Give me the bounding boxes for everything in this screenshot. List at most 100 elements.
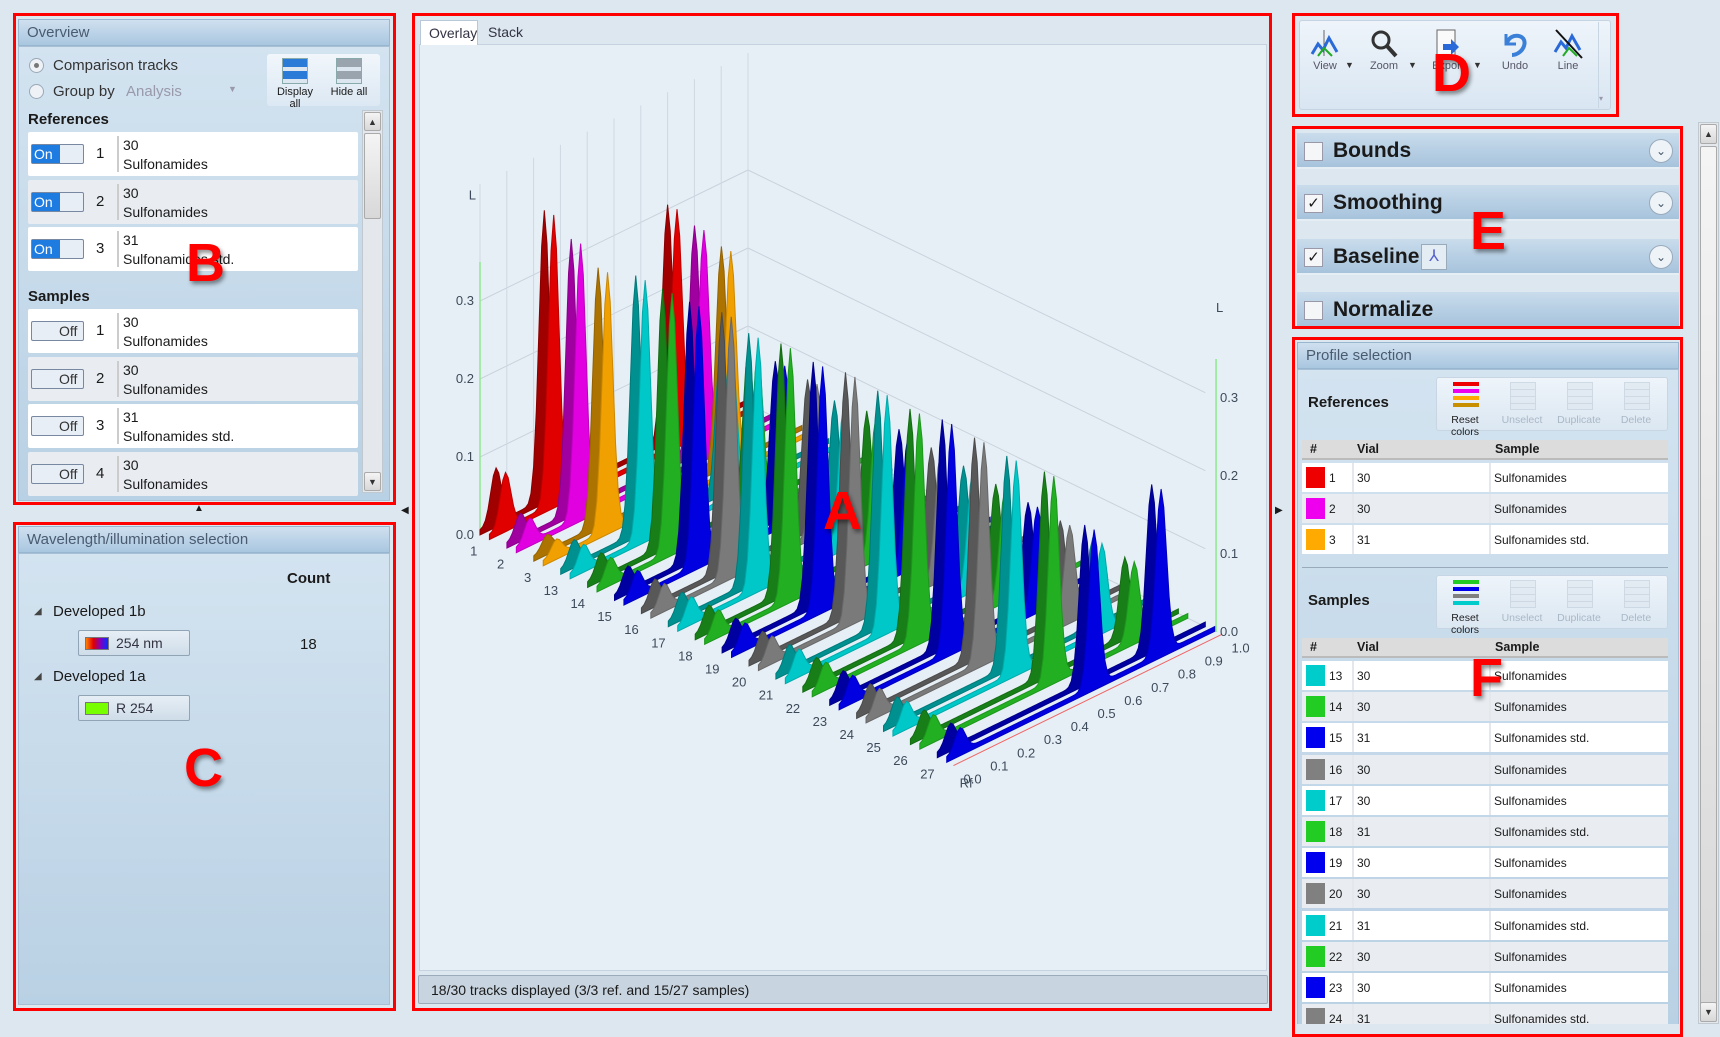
color-swatch[interactable] [1306, 498, 1325, 520]
column-header[interactable]: Vial [1357, 640, 1379, 654]
profile-row[interactable]: 1 30 Sulfonamides [1302, 463, 1668, 492]
track-toggle[interactable]: Off [31, 416, 84, 436]
unselect-button[interactable]: Unselect [1494, 378, 1551, 432]
track-number: 4 [96, 464, 105, 482]
profile-row[interactable]: 20 30 Sulfonamides [1302, 879, 1668, 909]
scroll-up-button[interactable]: ▲ [1700, 124, 1717, 144]
hide-all-button[interactable]: Hide all [327, 58, 371, 98]
scroll-thumb[interactable] [1700, 146, 1717, 1014]
track-row[interactable]: On 2 30 Sulfonamides [28, 179, 358, 224]
color-swatch[interactable] [1306, 758, 1325, 780]
tab-stack[interactable]: Stack [480, 20, 532, 45]
color-swatch[interactable] [1306, 945, 1325, 967]
view-button[interactable]: View [1305, 28, 1345, 72]
delete-button[interactable]: Delete [1608, 378, 1665, 432]
column-header[interactable]: Vial [1357, 442, 1379, 456]
reset-colors-button[interactable]: Reset colors [1437, 378, 1494, 438]
profile-row[interactable]: 17 30 Sulfonamides [1302, 785, 1668, 815]
expand-chevron-icon[interactable]: ⌄ [1649, 245, 1673, 269]
track-vial: 30 [123, 361, 139, 378]
color-swatch[interactable] [1306, 529, 1325, 551]
color-swatch[interactable] [1306, 914, 1325, 936]
column-header[interactable]: Sample [1495, 442, 1539, 456]
track-row[interactable]: On 1 30 Sulfonamides [28, 132, 358, 176]
toggle-state: On [32, 145, 60, 163]
expand-chevron-icon[interactable]: ⌄ [1649, 191, 1673, 215]
row-sample: Sulfonamides [1494, 762, 1567, 777]
view-dropdown-icon[interactable]: ▼ [1345, 60, 1354, 70]
toolbar-overflow-icon[interactable]: ▾ [1598, 22, 1608, 108]
profile-row[interactable]: 18 31 Sulfonamides std. [1302, 817, 1668, 846]
color-swatch[interactable] [1306, 665, 1325, 686]
processing-bounds[interactable]: Bounds ⌄ [1297, 133, 1679, 169]
line-button[interactable]: Line [1548, 28, 1588, 72]
track-toggle[interactable]: Off [31, 368, 84, 389]
profile-row[interactable]: 21 31 Sulfonamides std. [1302, 910, 1668, 940]
delete-button[interactable]: Delete [1608, 576, 1665, 630]
track-toggle[interactable]: Off [31, 463, 84, 484]
smoothing-checkbox[interactable]: ✓ [1304, 194, 1323, 213]
normalize-checkbox[interactable] [1304, 301, 1323, 320]
wavelength-button[interactable]: 254 nm [78, 630, 190, 656]
color-swatch[interactable] [1306, 789, 1325, 811]
row-number: 13 [1329, 669, 1343, 683]
scroll-down-button[interactable]: ▼ [1700, 1002, 1717, 1022]
color-swatch[interactable] [1306, 883, 1325, 905]
group-by-select[interactable]: Analysis [126, 83, 182, 100]
processing-normalize[interactable]: Normalize [1297, 292, 1679, 328]
track-row[interactable]: Off 1 30 Sulfonamides [28, 309, 358, 353]
wavelength-button[interactable]: R 254 [78, 695, 190, 721]
profile-row[interactable]: 19 30 Sulfonamides [1302, 848, 1668, 878]
group-by-radio[interactable] [29, 84, 44, 99]
baseline-settings-icon[interactable]: ⅄ [1421, 244, 1447, 270]
track-toggle[interactable]: Off [31, 321, 84, 341]
unselect-button[interactable]: Unselect [1494, 576, 1551, 630]
scroll-down-button[interactable]: ▼ [364, 472, 381, 491]
divider [1489, 941, 1491, 971]
profile-row[interactable]: 15 31 Sulfonamides std. [1302, 723, 1668, 753]
tab-overlay[interactable]: Overlay [420, 20, 478, 45]
track-row[interactable]: Off 3 31 Sulfonamides std. [28, 404, 358, 448]
profile-row[interactable]: 3 31 Sulfonamides std. [1302, 525, 1668, 555]
scroll-up-button[interactable]: ▲ [364, 112, 381, 131]
duplicate-button[interactable]: Duplicate [1551, 378, 1608, 432]
baseline-checkbox[interactable]: ✓ [1304, 248, 1323, 267]
track-row[interactable]: Off 2 30 Sulfonamides [28, 356, 358, 401]
track-row[interactable]: Off 4 30 Sulfonamides [28, 451, 358, 496]
bounds-checkbox[interactable] [1304, 142, 1323, 161]
expand-triangle-icon[interactable]: ◢ [34, 606, 42, 617]
collapse-right-icon[interactable]: ▶ [1275, 505, 1283, 516]
color-swatch[interactable] [1306, 821, 1325, 842]
comparison-tracks-radio[interactable] [29, 58, 44, 73]
export-dropdown-icon[interactable]: ▼ [1473, 60, 1482, 70]
toggle-state: Off [59, 323, 78, 339]
zoom-dropdown-icon[interactable]: ▼ [1408, 60, 1417, 70]
row-number: 17 [1329, 793, 1343, 808]
color-swatch[interactable] [1306, 727, 1325, 749]
display-all-button[interactable]: Display all [273, 58, 317, 110]
undo-button[interactable]: Undo [1495, 28, 1535, 72]
column-header[interactable]: # [1310, 640, 1317, 654]
splitter-up-icon[interactable]: ▲ [194, 503, 204, 514]
track-toggle[interactable]: On [31, 239, 84, 259]
expand-chevron-icon[interactable]: ⌄ [1649, 139, 1673, 163]
overview-scrollbar[interactable]: ▲ ▼ [362, 110, 383, 493]
zoom-button[interactable]: Zoom [1364, 28, 1404, 72]
track-toggle[interactable]: On [31, 191, 84, 212]
profile-row[interactable]: 23 30 Sulfonamides [1302, 973, 1668, 1002]
page-scrollbar[interactable]: ▲ ▼ [1698, 122, 1719, 1024]
color-swatch[interactable] [1306, 852, 1325, 874]
profile-row[interactable]: 2 30 Sulfonamides [1302, 494, 1668, 524]
scroll-thumb[interactable] [364, 133, 381, 219]
color-swatch[interactable] [1306, 977, 1325, 998]
color-swatch[interactable] [1306, 696, 1325, 718]
expand-triangle-icon[interactable]: ◢ [34, 671, 42, 682]
collapse-left-icon[interactable]: ◀ [401, 505, 409, 516]
profile-row[interactable]: 16 30 Sulfonamides [1302, 754, 1668, 784]
column-header[interactable]: # [1310, 442, 1317, 456]
track-toggle[interactable]: On [31, 144, 84, 164]
duplicate-button[interactable]: Duplicate [1551, 576, 1608, 630]
profile-row[interactable]: 22 30 Sulfonamides [1302, 941, 1668, 971]
reset-colors-button[interactable]: Reset colors [1437, 576, 1494, 636]
color-swatch[interactable] [1306, 467, 1325, 488]
